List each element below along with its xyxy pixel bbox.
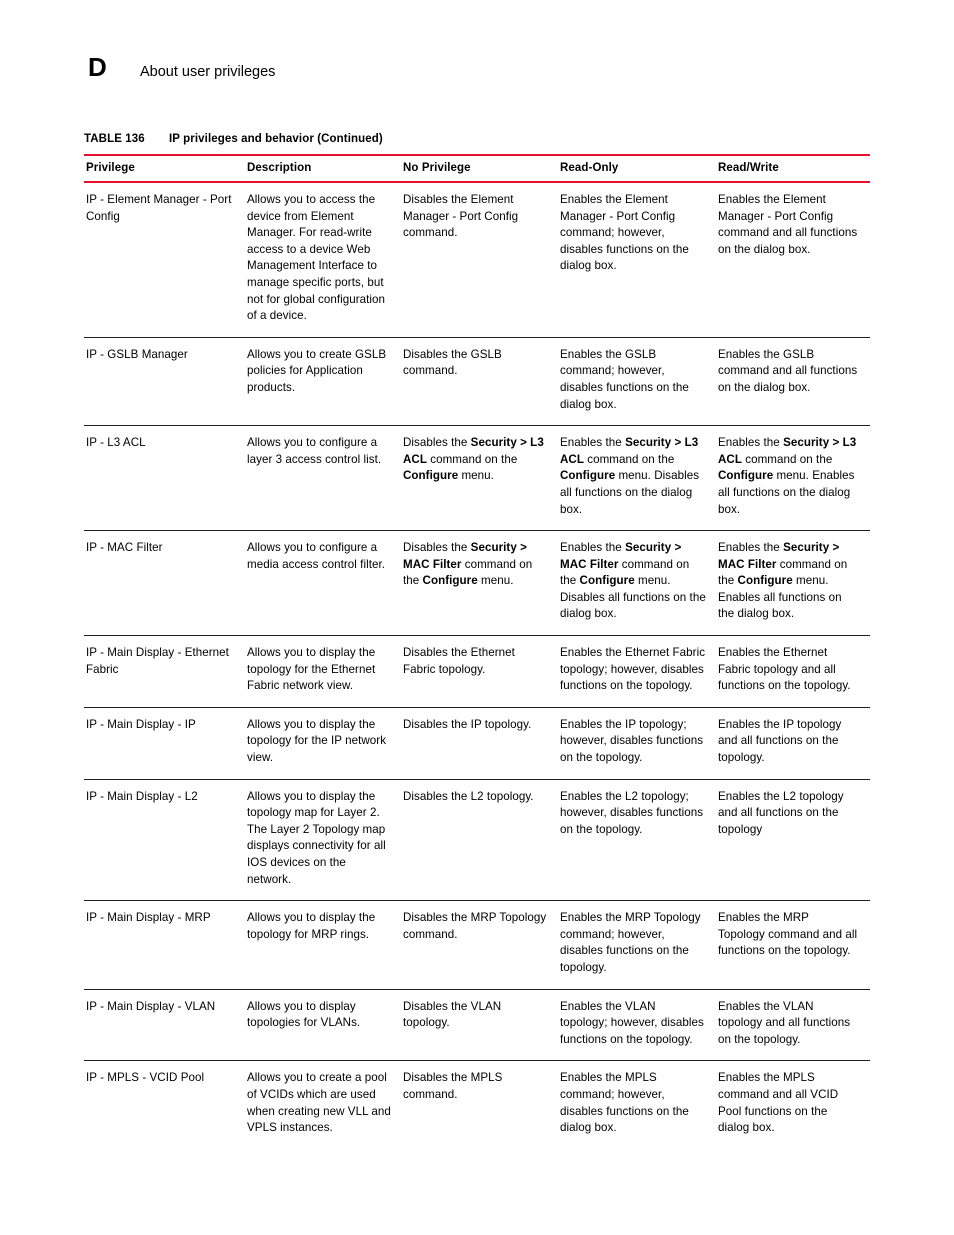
cell-no-privilege: Disables the Security > MAC Filter comma… <box>403 530 560 637</box>
column-header-read-only: Read-Only <box>560 154 718 183</box>
cell-no-privilege: Disables the MPLS command. <box>403 1071 503 1101</box>
table-caption-label: TABLE 136 <box>84 133 145 145</box>
cell-read-only: Enables the IP topology; however, disabl… <box>560 707 718 780</box>
table-row: IP - MPLS - VCID Pool Allows you to creat… <box>84 1061 870 1149</box>
table-row: IP - Main Display - IP Allows you to disp… <box>84 707 870 780</box>
table-row: IP - MAC Filter Allows you to configure a… <box>84 530 870 637</box>
cell-privilege: IP - MPLS - VCID Pool <box>86 1071 205 1085</box>
table-row: IP - Main Display - MRP Allows you to dis… <box>84 900 870 990</box>
cell-description: Allows you to configure a media access c… <box>247 530 403 637</box>
table-row: IP - GSLB Manager Allows you to create GS… <box>84 337 870 427</box>
cell-description: Allows you to display the topology for t… <box>247 635 403 708</box>
column-header-read-write: Read/Write <box>718 154 870 183</box>
cell-read-only: Enables the VLAN topology; however, disa… <box>560 989 718 1062</box>
cell-no-privilege: Disables the Element Manager - Port Conf… <box>403 182 560 338</box>
cell-description: Allows you to access the device from Ele… <box>247 182 403 338</box>
cell-read-only: Enables the Element Manager - Port Confi… <box>560 182 718 338</box>
cell-read-write: Enables the MRP Topology command and all… <box>718 900 870 990</box>
cell-read-write: Enables the MPLS command and all VCID Po… <box>718 1071 839 1135</box>
cell-read-only: Enables the L2 topology; however, disabl… <box>560 779 718 902</box>
cell-read-only: Enables the Ethernet Fabric topology; ho… <box>560 635 718 708</box>
column-header-no-privilege: No Privilege <box>403 154 560 183</box>
cell-no-privilege: Disables the GSLB command. <box>403 337 560 427</box>
cell-privilege: IP - Main Display - VLAN <box>84 989 247 1062</box>
ip-privileges-table: Privilege Description No Privilege Read-… <box>84 154 870 1149</box>
table-body: IP - Element Manager - Port Config Allows… <box>84 182 870 1149</box>
column-header-privilege: Privilege <box>84 154 247 183</box>
cell-privilege: IP - MAC Filter <box>84 530 247 637</box>
cell-no-privilege: Disables the VLAN topology. <box>403 989 560 1062</box>
cell-read-only: Enables the MRP Topology command; howeve… <box>560 900 718 990</box>
cell-no-privilege: Disables the IP topology. <box>403 707 560 780</box>
cell-read-only: Enables the Security > L3 ACL command on… <box>560 425 718 532</box>
cell-read-write: Enables the IP topology and all function… <box>718 707 870 780</box>
column-header-description: Description <box>247 154 403 183</box>
cell-description: Allows you to display the topology for M… <box>247 900 403 990</box>
cell-privilege: IP - Main Display - Ethernet Fabric <box>84 635 247 708</box>
cell-no-privilege: Disables the Ethernet Fabric topology. <box>403 635 560 708</box>
cell-description: Allows you to create GSLB policies for A… <box>247 337 403 427</box>
cell-description: Allows you to display topologies for VLA… <box>247 989 403 1062</box>
table-caption: TABLE 136 IP privileges and behavior (Co… <box>84 133 870 145</box>
cell-read-write: Enables the L2 topology and all function… <box>718 779 870 902</box>
table-row: IP - Element Manager - Port Config Allows… <box>84 182 870 338</box>
cell-no-privilege: Disables the L2 topology. <box>403 779 560 902</box>
cell-privilege: IP - Main Display - IP <box>84 707 247 780</box>
page-running-header: D About user privileges <box>88 54 275 80</box>
table-row: IP - Main Display - VLAN Allows you to di… <box>84 989 870 1062</box>
cell-privilege: IP - GSLB Manager <box>84 337 247 427</box>
cell-privilege: IP - Main Display - MRP <box>84 900 247 990</box>
cell-read-write: Enables the VLAN topology and all functi… <box>718 989 870 1062</box>
cell-read-write: Enables the Security > MAC Filter comman… <box>718 530 870 637</box>
cell-read-only: Enables the GSLB command; however, disab… <box>560 337 718 427</box>
cell-read-write: Enables the GSLB command and all functio… <box>718 337 870 427</box>
cell-description: Allows you to display the topology map f… <box>247 779 403 902</box>
table-row: IP - Main Display - Ethernet Fabric Allow… <box>84 635 870 708</box>
appendix-letter: D <box>88 52 107 82</box>
cell-description: Allows you to create a pool of VCIDs whi… <box>247 1071 391 1135</box>
table-caption-text: IP privileges and behavior (Continued) <box>169 133 383 145</box>
cell-read-write: Enables the Security > L3 ACL command on… <box>718 425 870 532</box>
cell-description: Allows you to display the topology for t… <box>247 707 403 780</box>
running-head-title: About user privileges <box>140 64 276 80</box>
cell-read-write: Enables the Ethernet Fabric topology and… <box>718 635 870 708</box>
table-row: IP - L3 ACL Allows you to configure a lay… <box>84 425 870 532</box>
cell-read-only: Enables the MPLS command; however, disab… <box>560 1071 689 1135</box>
cell-privilege: IP - L3 ACL <box>84 425 247 532</box>
cell-description: Allows you to configure a layer 3 access… <box>247 425 403 532</box>
cell-privilege: IP - Main Display - L2 <box>84 779 247 902</box>
cell-privilege: IP - Element Manager - Port Config <box>84 182 247 338</box>
cell-read-only: Enables the Security > MAC Filter comman… <box>560 530 718 637</box>
cell-no-privilege: Disables the MRP Topology command. <box>403 900 560 990</box>
cell-no-privilege: Disables the Security > L3 ACL command o… <box>403 425 560 532</box>
cell-read-write: Enables the Element Manager - Port Confi… <box>718 182 870 338</box>
table-header-row: Privilege Description No Privilege Read-… <box>84 154 870 183</box>
table-row: IP - Main Display - L2 Allows you to disp… <box>84 779 870 902</box>
